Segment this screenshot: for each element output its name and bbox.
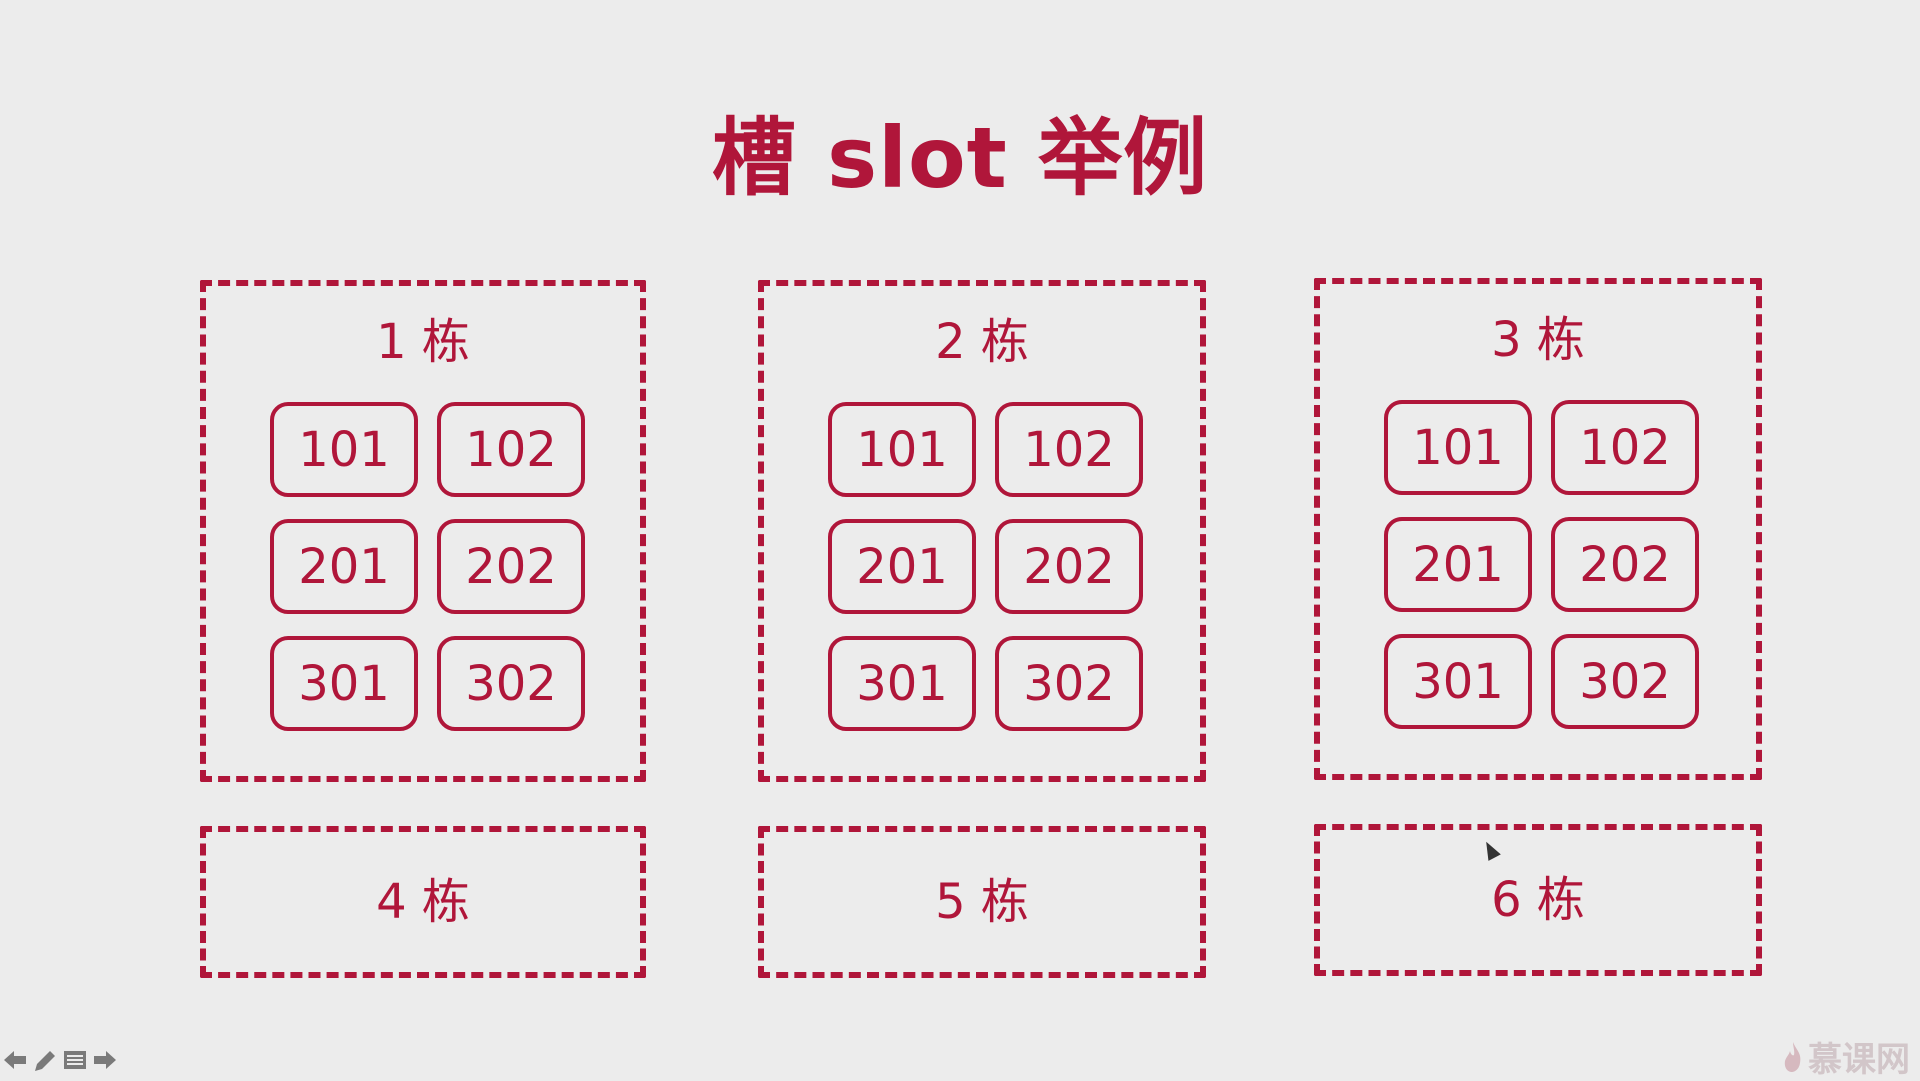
room-box: 101 bbox=[270, 402, 418, 497]
room-box: 101 bbox=[828, 402, 976, 497]
flame-icon bbox=[1784, 1041, 1801, 1072]
slide-title: 槽 slot 举例 bbox=[711, 109, 1209, 207]
room-grid: 101 102 201 202 301 302 bbox=[270, 402, 585, 731]
room-box: 202 bbox=[1551, 517, 1699, 612]
arrow-right-icon[interactable] bbox=[92, 1048, 116, 1072]
room-box: 202 bbox=[995, 519, 1143, 614]
building-1-box: 1 栋 101 102 201 202 301 302 bbox=[200, 280, 646, 782]
imooc-watermark: 慕课网 bbox=[1782, 1032, 1910, 1081]
building-label: 6 栋 bbox=[1491, 872, 1585, 928]
building-4-box: 4 栋 bbox=[200, 826, 646, 978]
building-2-box: 2 栋 101 102 201 202 301 302 bbox=[758, 280, 1206, 782]
building-label: 5 栋 bbox=[935, 874, 1029, 930]
room-box: 202 bbox=[437, 519, 585, 614]
room-grid: 101 102 201 202 301 302 bbox=[1384, 400, 1699, 729]
room-box: 201 bbox=[828, 519, 976, 614]
building-6-box: 6 栋 bbox=[1314, 824, 1762, 976]
room-box: 201 bbox=[270, 519, 418, 614]
building-label: 1 栋 bbox=[376, 314, 470, 370]
room-box: 301 bbox=[828, 636, 976, 731]
room-box: 102 bbox=[995, 402, 1143, 497]
building-label: 2 栋 bbox=[935, 314, 1029, 370]
building-5-box: 5 栋 bbox=[758, 826, 1206, 978]
room-box: 302 bbox=[995, 636, 1143, 731]
slideshow-toolbar bbox=[2, 1048, 116, 1072]
room-box: 102 bbox=[1551, 400, 1699, 495]
arrow-left-icon[interactable] bbox=[2, 1048, 26, 1072]
room-box: 201 bbox=[1384, 517, 1532, 612]
room-grid: 101 102 201 202 301 302 bbox=[828, 402, 1143, 731]
room-box: 302 bbox=[1551, 634, 1699, 729]
menu-icon[interactable] bbox=[62, 1048, 86, 1072]
room-box: 302 bbox=[437, 636, 585, 731]
watermark-text: 慕课网 bbox=[1808, 1040, 1910, 1080]
building-label: 3 栋 bbox=[1491, 312, 1585, 368]
room-box: 301 bbox=[1384, 634, 1532, 729]
building-3-box: 3 栋 101 102 201 202 301 302 bbox=[1314, 278, 1762, 780]
room-box: 101 bbox=[1384, 400, 1532, 495]
room-box: 301 bbox=[270, 636, 418, 731]
room-box: 102 bbox=[437, 402, 585, 497]
building-label: 4 栋 bbox=[376, 874, 470, 930]
pen-icon[interactable] bbox=[32, 1048, 56, 1072]
